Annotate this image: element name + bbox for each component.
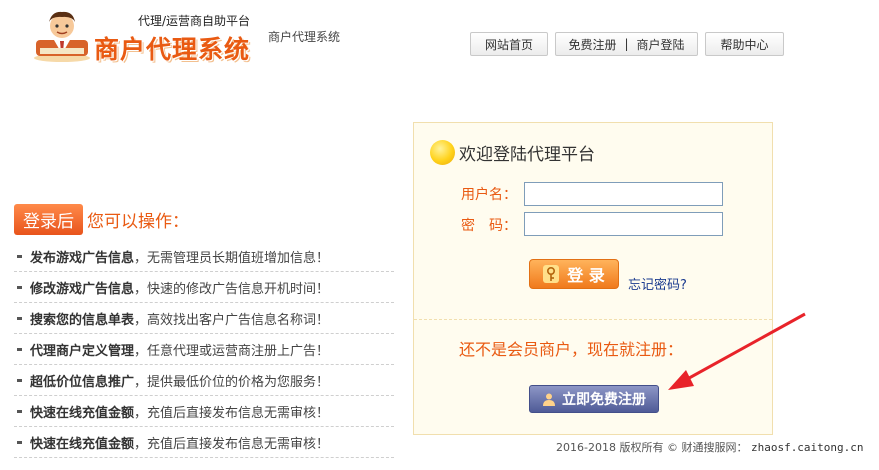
nav-help-button[interactable]: 帮助中心 (705, 32, 784, 56)
register-prompt: 还不是会员商户，现在就注册： (459, 340, 684, 359)
sun-icon (430, 140, 455, 165)
brand-subtitle: 商户代理系统 (268, 30, 341, 44)
list-item: 超低价位信息推广 ，提供最低价位的价格为您服务！ (14, 365, 394, 396)
copyright-site: zhaosf.caitong.cn (750, 441, 864, 454)
password-input[interactable] (524, 212, 723, 236)
tagline: 代理/运营商自助平台 (138, 14, 251, 28)
bullet-icon (17, 254, 22, 258)
top-nav: 网站首页 免费注册 | 商户登陆 帮助中心 (470, 32, 784, 56)
register-button-label: 立即免费注册 (562, 392, 646, 408)
bullet-icon (17, 285, 22, 289)
login-button-label: 登 录 (567, 266, 605, 285)
user-icon (543, 393, 555, 406)
list-item: 快速在线充值金额 ，充值后直接发布信息无需审核！ (14, 427, 394, 458)
list-item: 代理商户定义管理 ，任意代理或运营商注册上广告！ (14, 334, 394, 365)
bullet-icon (17, 409, 22, 413)
copyright-text: 2016-2018 版权所有 © 财通搜服网： (556, 441, 748, 454)
ops-badge: 登录后 (14, 204, 83, 235)
ops-header: 登录后 您可以操作： (14, 204, 189, 235)
red-arrow-icon (668, 312, 806, 390)
ops-title: 您可以操作： (87, 212, 189, 232)
forgot-password-link[interactable]: 忘记密码? (628, 274, 687, 293)
list-item: 搜索您的信息单表 ，高效找出客户广告信息名称词！ (14, 303, 394, 334)
register-button[interactable]: 立即免费注册 (529, 385, 659, 413)
businessman-mascot-icon (34, 11, 90, 62)
bullet-icon (17, 440, 22, 444)
list-item: 发布游戏广告信息 ，无需管理员长期值班增加信息！ (14, 241, 394, 272)
password-label: 密 码： (461, 218, 517, 234)
nav-register-link[interactable]: 免费注册 (568, 36, 616, 53)
list-item: 修改游戏广告信息 ，快速的修改广告信息开机时间！ (14, 272, 394, 303)
bullet-icon (17, 378, 22, 382)
key-icon (543, 265, 560, 283)
username-input[interactable] (524, 182, 723, 206)
brand-title: 商户代理系统 (94, 35, 251, 64)
ops-list: 发布游戏广告信息 ，无需管理员长期值班增加信息！ 修改游戏广告信息 ，快速的修改广告… (14, 241, 394, 458)
logo: 代理/运营商自助平台 商户代理系统 商户代理系统 (32, 8, 342, 64)
nav-separator: | (624, 37, 629, 51)
nav-home-button[interactable]: 网站首页 (470, 32, 548, 56)
bullet-icon (17, 347, 22, 351)
login-button[interactable]: 登 录 (529, 259, 619, 289)
nav-register-login-group: 免费注册 | 商户登陆 (555, 32, 698, 56)
bullet-icon (17, 316, 22, 320)
nav-login-link[interactable]: 商户登陆 (637, 36, 685, 53)
list-item: 快速在线充值金额 ，充值后直接发布信息无需审核！ (14, 396, 394, 427)
username-label: 用户名： (461, 187, 517, 203)
copyright: 2016-2018 版权所有 © 财通搜服网： zhaosf.caitong.c… (556, 439, 864, 455)
login-title: 欢迎登陆代理平台 (459, 145, 595, 165)
